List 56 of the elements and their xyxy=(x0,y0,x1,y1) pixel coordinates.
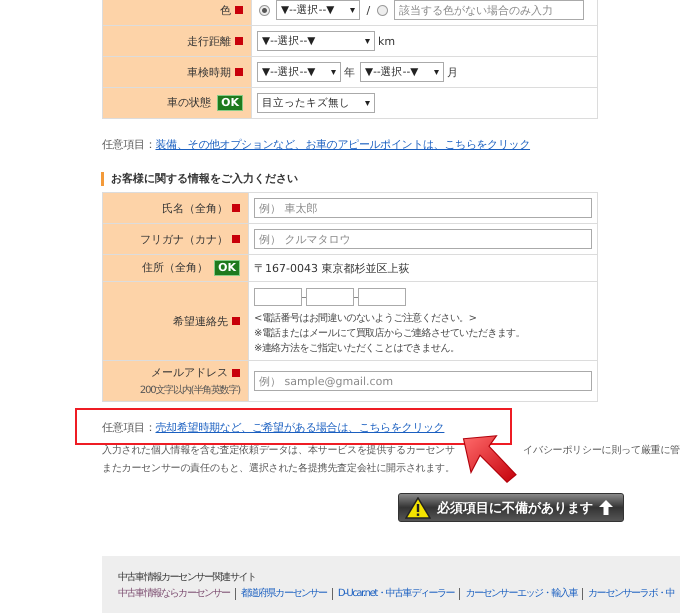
footer-link[interactable]: D-Ucar.net・中古車ディーラー xyxy=(332,588,460,600)
dropdown-select[interactable]: ▼--選択--▼ xyxy=(257,31,375,51)
footer-link[interactable]: 都道府県カーセンサー xyxy=(234,588,332,600)
optional-label: 任意項目： xyxy=(102,421,156,434)
ok-badge: OK xyxy=(214,260,240,276)
separator-text: / xyxy=(366,4,370,16)
address-text: 〒167-0043 東京都杉並区上荻 xyxy=(254,262,410,274)
caret-icon xyxy=(331,70,336,74)
field-hint: 200文字以内(半角英数字) xyxy=(138,384,240,397)
dropdown-select[interactable]: 目立ったキズ無し xyxy=(257,93,375,113)
note-text: ※電話またはメールにて買取店からご連絡させていただきます。 xyxy=(254,326,526,341)
footer-link[interactable]: 中古車情報ならカーセンサー xyxy=(118,588,235,600)
field-label: 車検時期 xyxy=(187,66,231,78)
privacy-text: イバシーポリシーに則って厳重に管 xyxy=(523,444,680,458)
field-label: メールアドレス xyxy=(151,366,228,379)
note-text: <電話番号はお間違いのないようご注意ください。> xyxy=(254,312,478,326)
privacy-text: 入力された個人情報を含む査定依頼データは、本サービスを提供するカーセンサ xyxy=(102,444,455,458)
dropdown-select[interactable]: ▼--選択--▼ xyxy=(360,62,444,82)
note-text: ※連絡方法をご指定いただくことはできません。 xyxy=(254,342,460,356)
text-input-field[interactable]: 例） クルマタロウ xyxy=(254,229,592,249)
footer-title: 中古車情報カーセンサー関連サイト xyxy=(118,570,256,584)
unit-label: km xyxy=(378,34,396,48)
color-input-field[interactable]: 該当する色がない場合のみ入力 xyxy=(394,0,584,20)
pointer-arrow xyxy=(462,435,517,484)
section-heading: お客様に関する情報をご入力ください xyxy=(101,172,598,186)
field-label: 氏名（全角） xyxy=(162,202,228,214)
dropdown-select[interactable]: ▼--選択--▼ xyxy=(257,62,341,82)
footer-link[interactable]: カーセンサーラボ・中 xyxy=(582,588,680,600)
optional-link[interactable]: 売却希望時期など、ご希望がある場合は、こちらをクリック xyxy=(156,421,444,434)
up-arrow-icon xyxy=(599,500,613,515)
field-label: フリガナ（カナ） xyxy=(140,232,228,246)
field-label: 住所（全角） xyxy=(142,261,208,274)
phone-input-field[interactable] xyxy=(254,288,302,306)
radio-button[interactable] xyxy=(377,4,388,16)
privacy-text: またカーセンサーの責任のもと、選択された各提携先査定会社に開示されます。 xyxy=(102,462,456,476)
caret-icon xyxy=(434,70,439,74)
phone-input-field[interactable] xyxy=(358,288,406,306)
unit-label: 年 xyxy=(344,66,355,78)
field-label: 色 xyxy=(220,4,231,16)
optional-link[interactable]: 装備、その他オプションなど、お車のアピールポイントは、こちらをクリック xyxy=(156,138,530,151)
text-input-field[interactable]: 例） sample@gmail.com xyxy=(254,371,592,391)
field-label: 車の状態 xyxy=(167,96,212,109)
warning-icon xyxy=(405,496,431,518)
footer-link[interactable]: カーセンサーエッジ・輸入車 xyxy=(459,588,582,600)
caret-icon xyxy=(350,8,355,12)
phone-input-field[interactable] xyxy=(306,288,354,306)
caret-icon xyxy=(365,100,370,106)
color-select[interactable]: ▼--選択--▼ xyxy=(276,0,360,20)
caret-icon xyxy=(365,38,370,44)
ok-badge: OK xyxy=(217,95,243,111)
unit-label: 月 xyxy=(447,66,458,78)
field-label: 希望連絡先 xyxy=(173,314,228,328)
optional-label: 任意項目： xyxy=(102,138,156,151)
text-input-field[interactable]: 例） 車太郎 xyxy=(254,198,592,218)
radio-button[interactable] xyxy=(259,4,270,16)
field-label: 走行距離 xyxy=(187,34,231,48)
